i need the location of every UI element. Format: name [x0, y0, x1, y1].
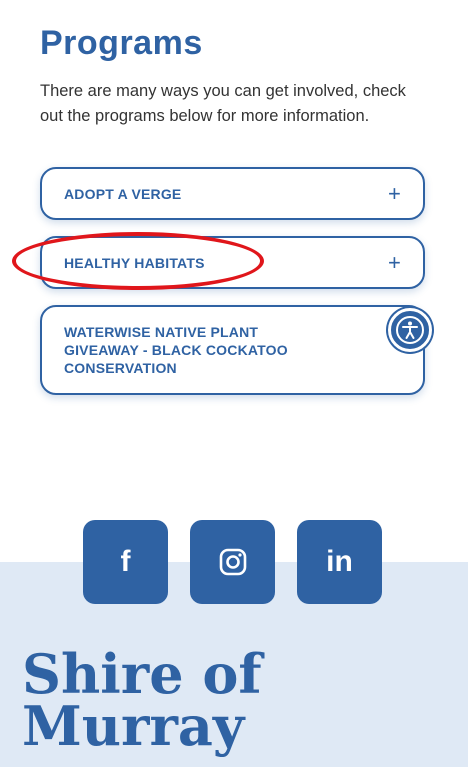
facebook-button[interactable]: f [83, 520, 168, 604]
brand-line: Shire of [22, 642, 262, 706]
program-label-line: CONSERVATION [64, 360, 177, 376]
linkedin-button[interactable]: in [297, 520, 382, 604]
accessibility-icon [396, 316, 424, 344]
instagram-icon [219, 548, 246, 576]
shire-of-murray-logo: Shire of Murray [22, 642, 462, 758]
accessibility-button[interactable] [388, 308, 432, 352]
program-label-line: GIVEAWAY - BLACK COCKATOO [64, 342, 288, 358]
red-highlight-ellipse [12, 232, 264, 290]
programs-intro: There are many ways you can get involved… [40, 82, 406, 125]
facebook-icon: f [120, 545, 131, 578]
program-adopt-a-verge[interactable]: ADOPT A VERGE + [40, 167, 425, 220]
expand-plus-icon: + [387, 180, 401, 206]
brand-line: Murray [22, 694, 245, 758]
program-label-line: WATERWISE NATIVE PLANT [64, 324, 259, 340]
program-label: ADOPT A VERGE [64, 185, 182, 202]
program-waterwise-native-plant-giveaway[interactable]: WATERWISE NATIVE PLANT GIVEAWAY - BLACK … [40, 305, 425, 395]
expand-plus-icon: + [387, 249, 401, 275]
linkedin-icon: in [326, 545, 353, 578]
instagram-button[interactable] [190, 520, 275, 604]
programs-heading: Programs [40, 24, 203, 62]
